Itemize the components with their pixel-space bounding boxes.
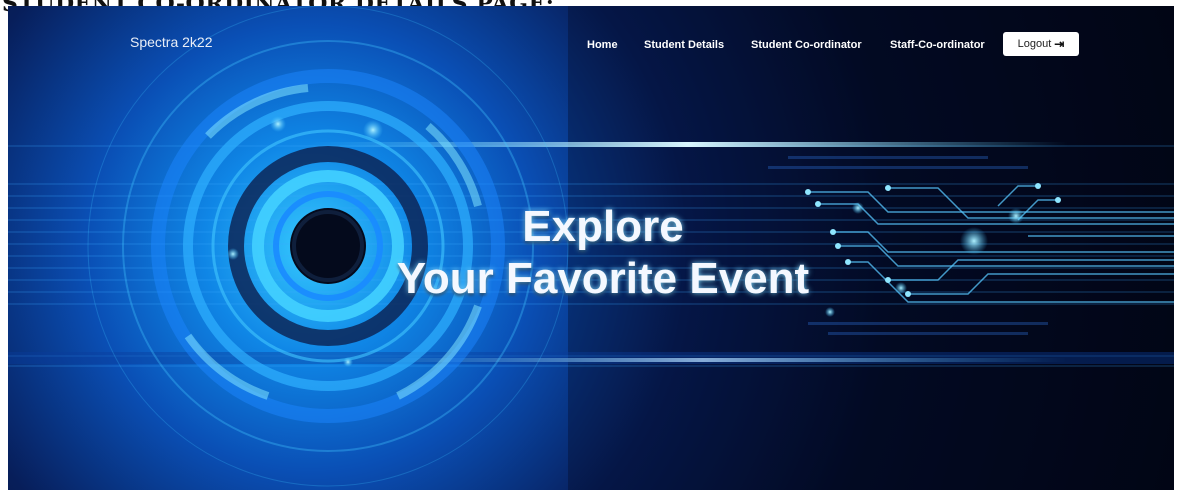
nav-link-student-details[interactable]: Student Details <box>644 39 724 51</box>
hero-banner: Spectra 2k22 Home Student Details Studen… <box>8 6 1174 490</box>
top-navbar: Spectra 2k22 Home Student Details Studen… <box>8 6 1174 84</box>
nav-link-home[interactable]: Home <box>587 39 618 51</box>
brand-logo[interactable]: Spectra 2k22 <box>130 34 213 50</box>
logout-icon: ⇥ <box>1054 37 1065 51</box>
logout-label: Logout <box>1017 38 1052 50</box>
brand-text[interactable]: Spectra 2k22 <box>130 34 213 50</box>
logout-button[interactable]: Logout ⇥ <box>1003 32 1079 56</box>
nav-link-student-coordinator[interactable]: Student Co-ordinator <box>751 39 862 51</box>
nav-link-staff-coordinator[interactable]: Staff-Co-ordinator <box>890 39 985 51</box>
hero-title-line1: Explore <box>522 202 684 251</box>
hero-title-line2: Your Favorite Event <box>396 254 810 303</box>
